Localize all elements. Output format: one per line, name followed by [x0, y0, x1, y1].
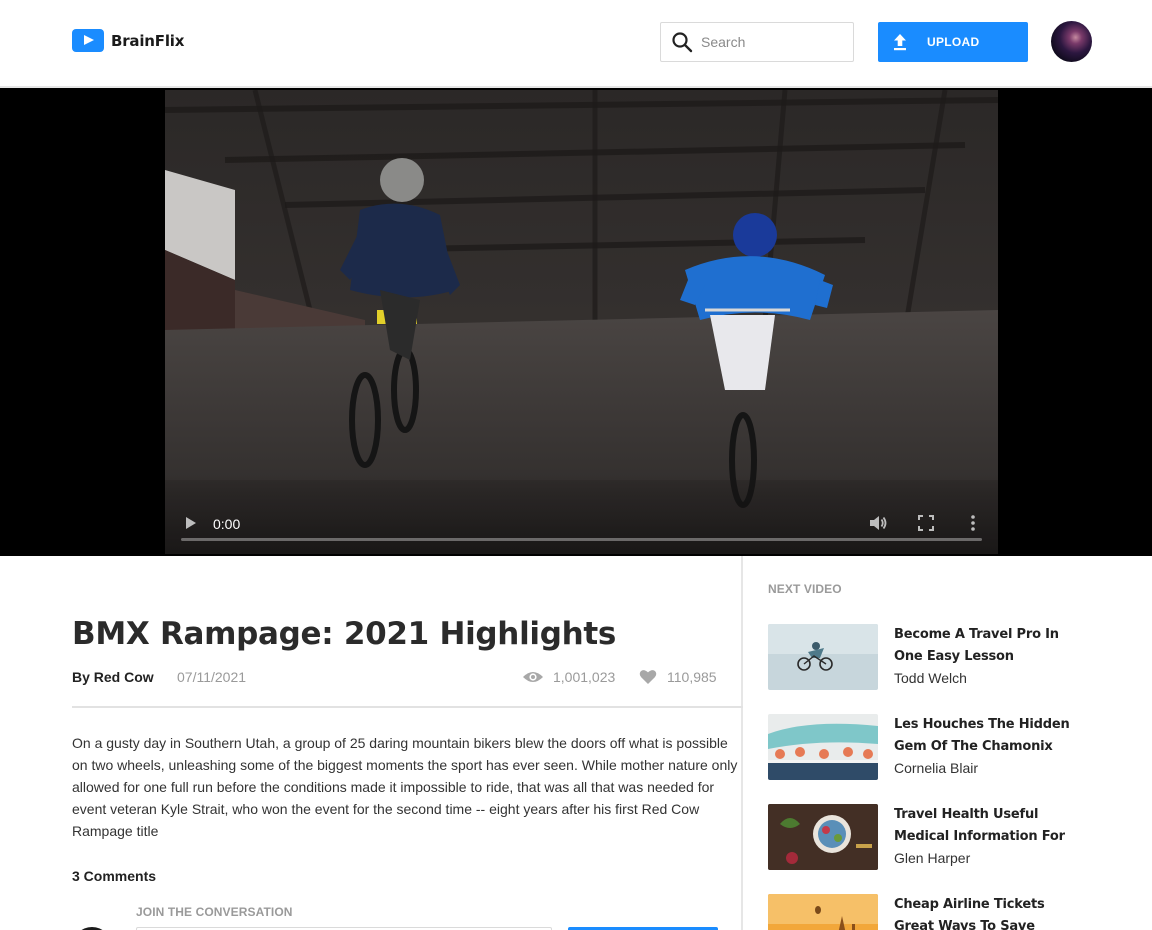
- views-count: 1,001,023: [522, 669, 615, 685]
- video-title: BMX Rampage: 2021 Highlights: [72, 616, 617, 652]
- next-video-author: Cornelia Blair: [894, 760, 979, 776]
- next-video-title: Become A Travel Pro In One Easy Lesson: [894, 627, 1059, 664]
- video-thumbnail: [768, 894, 878, 930]
- next-videos-sidebar: NEXT VIDEO Become A Travel Pro In One Ea…: [745, 556, 1152, 930]
- video-thumbnail: [768, 624, 878, 690]
- search-box[interactable]: [660, 22, 854, 62]
- join-conversation-label: JOIN THE CONVERSATION: [136, 905, 293, 919]
- play-icon[interactable]: [185, 516, 197, 530]
- video-date: 07/11/2021: [177, 669, 247, 685]
- next-video-item[interactable]: Become A Travel Pro In One Easy Lesson T…: [768, 624, 1128, 690]
- views-value: 1,001,023: [553, 669, 616, 685]
- next-video-author: Glen Harper: [894, 850, 971, 866]
- video-thumbnail: [768, 804, 878, 870]
- likes-count[interactable]: 110,985: [639, 669, 717, 685]
- next-video-item[interactable]: Cheap Airline Tickets Great Ways To Save: [768, 894, 1128, 930]
- fullscreen-icon[interactable]: [918, 515, 934, 531]
- heart-icon: [639, 670, 657, 684]
- video-player[interactable]: 0:00: [165, 90, 998, 554]
- video-author: By Red Cow: [72, 669, 154, 685]
- comments-count: 3 Comments: [72, 868, 157, 884]
- next-video-title: Cheap Airline Tickets Great Ways To Save: [894, 897, 1045, 930]
- upload-icon: [894, 34, 906, 51]
- likes-value: 110,985: [667, 669, 717, 685]
- divider: [72, 706, 743, 708]
- site-header: BrainFlix UPLOAD: [0, 0, 1152, 88]
- video-controls: 0:00: [165, 474, 998, 554]
- next-video-title: Travel Health Useful Medical Information…: [894, 807, 1065, 844]
- video-details: BMX Rampage: 2021 Highlights By Red Cow …: [0, 556, 743, 930]
- volume-icon[interactable]: [868, 514, 888, 532]
- next-video-item[interactable]: Travel Health Useful Medical Information…: [768, 804, 1128, 870]
- upload-label: UPLOAD: [927, 35, 980, 49]
- play-logo-icon: [72, 29, 104, 52]
- eye-icon: [523, 672, 543, 682]
- search-icon: [672, 32, 693, 53]
- next-video-item[interactable]: Les Houches The Hidden Gem Of The Chamon…: [768, 714, 1128, 780]
- logo-text: BrainFlix: [111, 31, 185, 50]
- current-time: 0:00: [213, 516, 241, 532]
- seek-bar[interactable]: [181, 538, 982, 541]
- brainflix-logo[interactable]: BrainFlix: [72, 29, 184, 52]
- user-avatar[interactable]: [1051, 21, 1092, 62]
- next-video-title: Les Houches The Hidden Gem Of The Chamon…: [894, 717, 1070, 754]
- video-description: On a gusty day in Southern Utah, a group…: [72, 735, 738, 839]
- more-options-icon[interactable]: [970, 514, 976, 532]
- next-video-author: Todd Welch: [894, 670, 967, 686]
- next-video-heading: NEXT VIDEO: [768, 582, 842, 596]
- search-input[interactable]: [701, 34, 841, 50]
- video-meta: By Red Cow 07/11/2021 1,001,023 110,985: [72, 669, 720, 689]
- video-thumbnail: [768, 714, 878, 780]
- upload-button[interactable]: UPLOAD: [878, 22, 1028, 62]
